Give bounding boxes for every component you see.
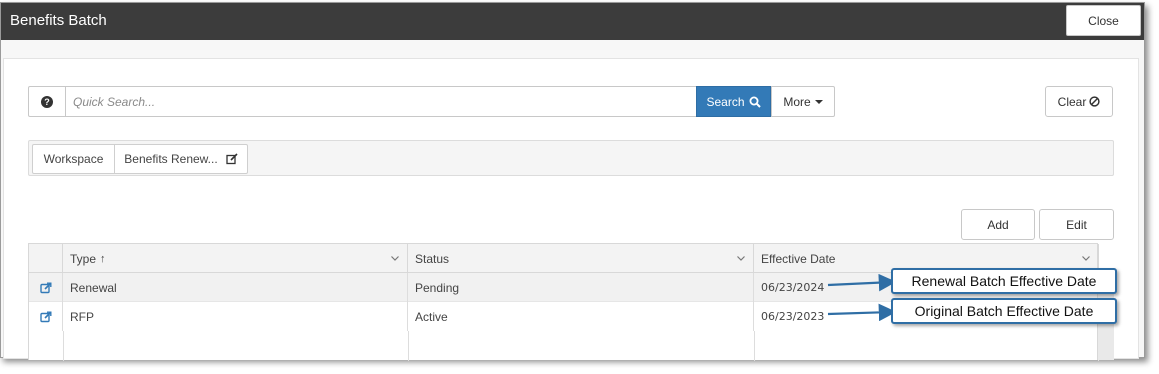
column-header-status[interactable]: Status <box>408 244 754 273</box>
column-header-status-label: Status <box>415 251 450 266</box>
external-link-icon <box>39 282 52 293</box>
edit-icon[interactable] <box>226 153 238 165</box>
cell-type: RFP <box>63 302 408 331</box>
search-icon <box>749 96 761 108</box>
cell-status: Active <box>408 302 754 331</box>
cell-type: Renewal <box>63 273 408 302</box>
column-header-type[interactable]: Type ↑ <box>63 244 408 273</box>
external-link-icon <box>39 311 52 322</box>
add-button[interactable]: Add <box>961 209 1035 240</box>
edit-button[interactable]: Edit <box>1039 209 1114 240</box>
chevron-down-icon[interactable] <box>390 253 400 263</box>
header-icon-column <box>29 244 63 273</box>
clear-button[interactable]: Clear <box>1045 86 1113 117</box>
question-circle-icon: ? <box>41 95 53 108</box>
chevron-down-icon[interactable] <box>1081 253 1091 263</box>
breadcrumb-workspace[interactable]: Workspace <box>32 144 115 174</box>
callout-arrows <box>827 273 897 322</box>
title-bar: Benefits Batch Close <box>1 3 1144 40</box>
ban-icon <box>1089 96 1100 107</box>
close-button[interactable]: Close <box>1066 5 1141 36</box>
arrow-renewal <box>827 273 897 292</box>
column-header-effective-date-label: Effective Date <box>761 251 836 266</box>
caret-down-icon <box>814 99 823 104</box>
more-button-label: More <box>783 94 811 109</box>
breadcrumb-workspace-label: Workspace <box>43 152 104 166</box>
window-title: Benefits Batch <box>10 12 107 29</box>
search-button-label: Search <box>706 94 745 109</box>
column-header-type-label: Type <box>70 251 97 266</box>
cell-status: Pending <box>408 273 754 302</box>
quick-search-bar: ? Search More <box>28 86 835 117</box>
sort-up-icon: ↑ <box>100 252 106 265</box>
grid-empty-area <box>29 331 1099 361</box>
arrow-original <box>827 303 897 322</box>
callout-renewal-date: Renewal Batch Effective Date <box>891 268 1117 294</box>
callout-original-date: Original Batch Effective Date <box>891 298 1117 324</box>
open-record-button[interactable] <box>29 273 63 302</box>
breadcrumb-current-label: Benefits Renew... <box>124 152 218 166</box>
open-record-button[interactable] <box>29 302 63 331</box>
search-help-button[interactable]: ? <box>29 87 66 116</box>
clear-button-label: Clear <box>1057 94 1087 109</box>
breadcrumb: Workspace Benefits Renew... <box>28 140 1114 176</box>
quick-search-input[interactable] <box>66 87 696 116</box>
search-button[interactable]: Search <box>696 86 771 117</box>
breadcrumb-current[interactable]: Benefits Renew... <box>114 144 248 174</box>
chevron-down-icon[interactable] <box>736 253 746 263</box>
more-dropdown-button[interactable]: More <box>771 87 834 116</box>
